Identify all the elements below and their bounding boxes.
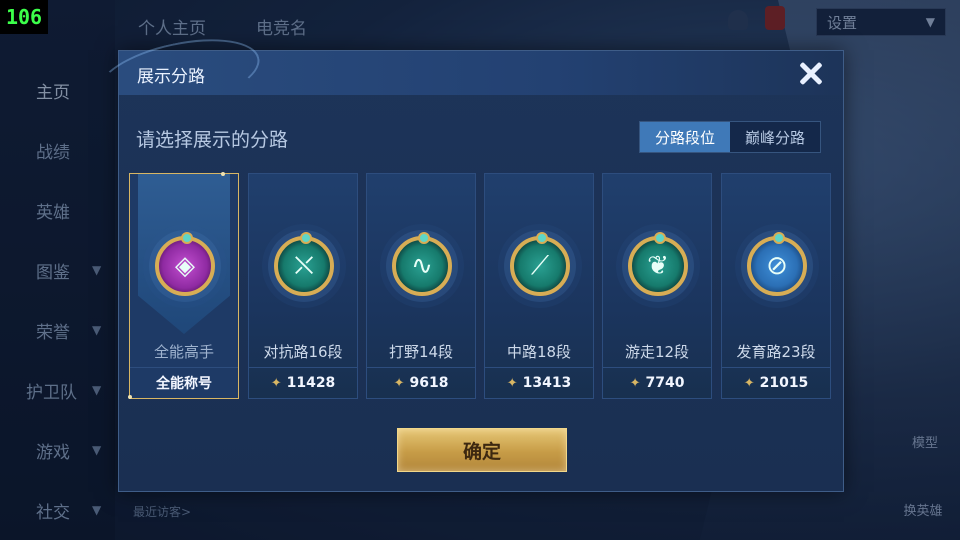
confirm-label: 确定 (462, 440, 501, 463)
lane-card-footer: ✦ 9618 (367, 367, 475, 398)
lane-rank-label: 中路18段 (506, 343, 572, 361)
emblem-glyph: ∿ (411, 251, 433, 281)
lane-rank-label: 对抗路16段 (263, 343, 343, 361)
clash-lane-emblem-icon: ⛌ (274, 232, 334, 296)
lane-rank-label: 游走12段 (624, 343, 690, 361)
lane-card-farm[interactable]: ⊘ 发育路23段 ✦ 21015 (721, 173, 831, 399)
emblem-glyph: ⟋ (530, 251, 550, 281)
rank-points-value: 11428 (286, 375, 336, 391)
roam-wings-emblem-icon: ❦ (628, 232, 688, 296)
lane-rank-label: 全能高手 (153, 343, 214, 361)
dialog-subtitle: 请选择展示的分路 (136, 129, 289, 151)
emblem-gem (536, 232, 548, 244)
rank-points-value: 9618 (409, 375, 449, 391)
lane-card-mid[interactable]: ⟋ 中路18段 ✦ 13413 (484, 173, 594, 399)
mid-lane-emblem-icon: ⟋ (510, 232, 570, 296)
rank-points-icon: ✦ (393, 375, 405, 391)
lane-card-all-round[interactable]: ◈ 全能高手 全能称号 (128, 172, 239, 399)
tab-peak-lane[interactable]: 巅峰分路 (730, 122, 820, 152)
rank-points-icon: ✦ (270, 375, 282, 391)
confirm-button[interactable]: 确定 (397, 428, 567, 472)
jungle-dragon-emblem-icon: ∿ (392, 232, 452, 296)
fps-counter: 106 (0, 0, 48, 34)
lane-rank-label: 发育路23段 (736, 343, 816, 361)
emblem-glyph: ❦ (647, 251, 669, 281)
dialog-header: 展示分路 (92, 26, 843, 124)
rank-points-value: 13413 (522, 375, 572, 391)
rank-points-icon: ✦ (743, 375, 755, 391)
lane-card-footer: ✦ 21015 (722, 367, 830, 398)
lane-card-footer: ✦ 13413 (485, 367, 593, 398)
emblem-glyph: ⊘ (766, 251, 788, 281)
rank-points-icon: ✦ (506, 375, 518, 391)
close-icon[interactable] (793, 55, 829, 91)
lane-card-list: ◈ 全能高手 全能称号 ⛌ 对抗路16段 ✦ 11428 ∿ 打野14段 ✦ 9… (128, 172, 833, 399)
rank-points-value: 21015 (759, 375, 809, 391)
lane-card-roam[interactable]: ❦ 游走12段 ✦ 7740 (602, 173, 712, 399)
title-label: 全能称号 (156, 376, 212, 392)
emblem-gem (181, 232, 193, 244)
dialog-title: 展示分路 (137, 67, 205, 87)
emblem-glyph: ◈ (175, 251, 195, 281)
farm-lane-emblem-icon: ⊘ (747, 232, 807, 296)
lane-type-toggle: 分路段位 巅峰分路 (639, 121, 821, 153)
corner-sparkle (221, 172, 225, 176)
lane-display-dialog: 展示分路 请选择展示的分路 分路段位 巅峰分路 ◈ 全能高手 全能称号 ⛌ 对抗… (92, 26, 844, 492)
lane-rank-label: 打野14段 (388, 343, 454, 361)
lane-card-jungle[interactable]: ∿ 打野14段 ✦ 9618 (366, 173, 476, 399)
emblem-gem (773, 232, 785, 244)
emblem-gem (300, 232, 312, 244)
emblem-glyph: ⛌ (294, 251, 314, 281)
all-round-emblem-icon: ◈ (155, 232, 215, 296)
emblem-gem (654, 232, 666, 244)
emblem-gem (418, 232, 430, 244)
lane-card-footer: ✦ 11428 (249, 367, 357, 398)
rank-points-icon: ✦ (629, 375, 641, 391)
lane-card-clash[interactable]: ⛌ 对抗路16段 ✦ 11428 (248, 173, 358, 399)
lane-card-footer: 全能称号 (130, 367, 238, 398)
lane-card-footer: ✦ 7740 (603, 367, 711, 398)
rank-points-value: 7740 (645, 375, 685, 391)
tab-lane-rank[interactable]: 分路段位 (640, 122, 730, 152)
